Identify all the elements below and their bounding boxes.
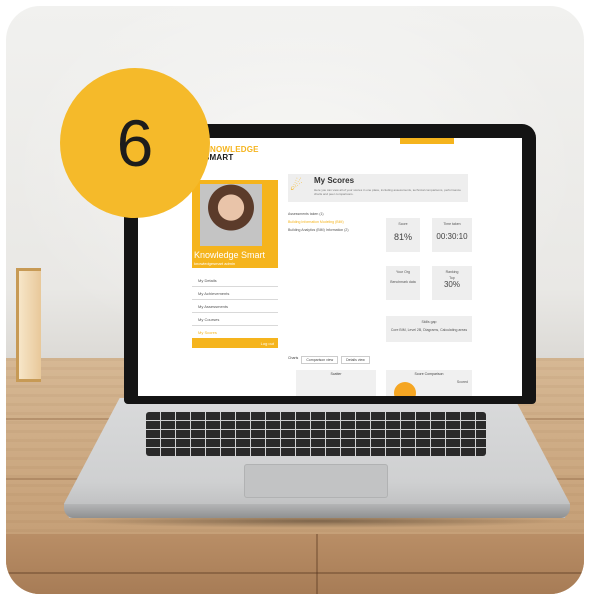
step-badge: 6	[60, 68, 210, 218]
org-box: Your Org Benchmark data	[386, 266, 420, 300]
org-value: Benchmark data	[390, 280, 416, 284]
laptop-keyboard	[146, 412, 486, 456]
scatter-panel: Scatter	[296, 370, 376, 396]
ranking-box: Ranking Top 30%	[432, 266, 472, 300]
assessment-link[interactable]: Building Information Modeling (BIM)	[288, 220, 344, 224]
view-tabs: Charts Comparison view Details view	[288, 356, 370, 364]
avatar	[200, 184, 262, 246]
comparison-label: Score Comparison	[414, 372, 444, 376]
time-label: Time taken	[443, 222, 461, 226]
sidebar-menu: My Details My Achievements My Assessment…	[192, 274, 278, 339]
app-logo[interactable]: KNOWLEDGE SMART	[204, 146, 259, 162]
skills-box: Skills gap Core BIM, Level 2B, Diagrams,…	[386, 316, 472, 342]
score-box: Score 81%	[386, 218, 420, 252]
logout-button[interactable]: Log out	[192, 338, 278, 348]
time-box: Time taken 00:30:10	[432, 218, 472, 252]
photo-frame: KNOWLEDGE SMART Knowledge Smart knowledg…	[6, 6, 584, 594]
drawer-split	[316, 534, 318, 594]
sidebar-item-my-assessments[interactable]: My Assessments	[192, 300, 278, 313]
profile-name: Knowledge Smart	[194, 250, 266, 260]
drawer-line	[6, 572, 584, 574]
assessments-heading: Assessments taken (1)	[288, 212, 324, 216]
tab-charts[interactable]: Charts	[288, 356, 298, 364]
profile-role: knowledgesmart admin	[194, 261, 236, 266]
tab-comparison-view[interactable]: Comparison view	[301, 356, 339, 364]
tab-details-view[interactable]: Details view	[341, 356, 370, 364]
score-label: Score	[398, 222, 408, 226]
sidebar-item-my-courses[interactable]: My Courses	[192, 313, 278, 326]
picture-frame-prop	[16, 268, 41, 382]
skills-label: Skills gap	[421, 320, 437, 324]
scatter-label: Scatter	[330, 372, 342, 376]
step-number: 6	[116, 106, 154, 180]
score-value: 81%	[393, 232, 412, 242]
time-value: 00:30:10	[436, 232, 468, 241]
top-accent-bar	[400, 138, 454, 144]
rocket-icon: ☄	[290, 177, 303, 193]
org-label: Your Org	[396, 270, 410, 274]
assessment-row[interactable]: Building Analytics (BIM) Information (2)	[288, 228, 349, 232]
ranking-value: 30%	[443, 280, 460, 289]
page-description: Here you can view all of your scores in …	[314, 188, 461, 196]
desk-front	[6, 534, 584, 594]
laptop-base-front	[64, 504, 570, 518]
sidebar-item-my-details[interactable]: My Details	[192, 274, 278, 287]
page-title: My Scores	[314, 176, 355, 185]
comparison-legend: Scored	[456, 380, 468, 384]
logo-line-2: SMART	[204, 153, 234, 162]
ranking-label: Ranking	[445, 270, 459, 274]
sidebar-item-my-achievements[interactable]: My Achievements	[192, 287, 278, 300]
laptop-trackpad	[244, 464, 388, 498]
skills-value: Core BIM, Level 2B, Diagrams, Calculatin…	[390, 328, 468, 332]
